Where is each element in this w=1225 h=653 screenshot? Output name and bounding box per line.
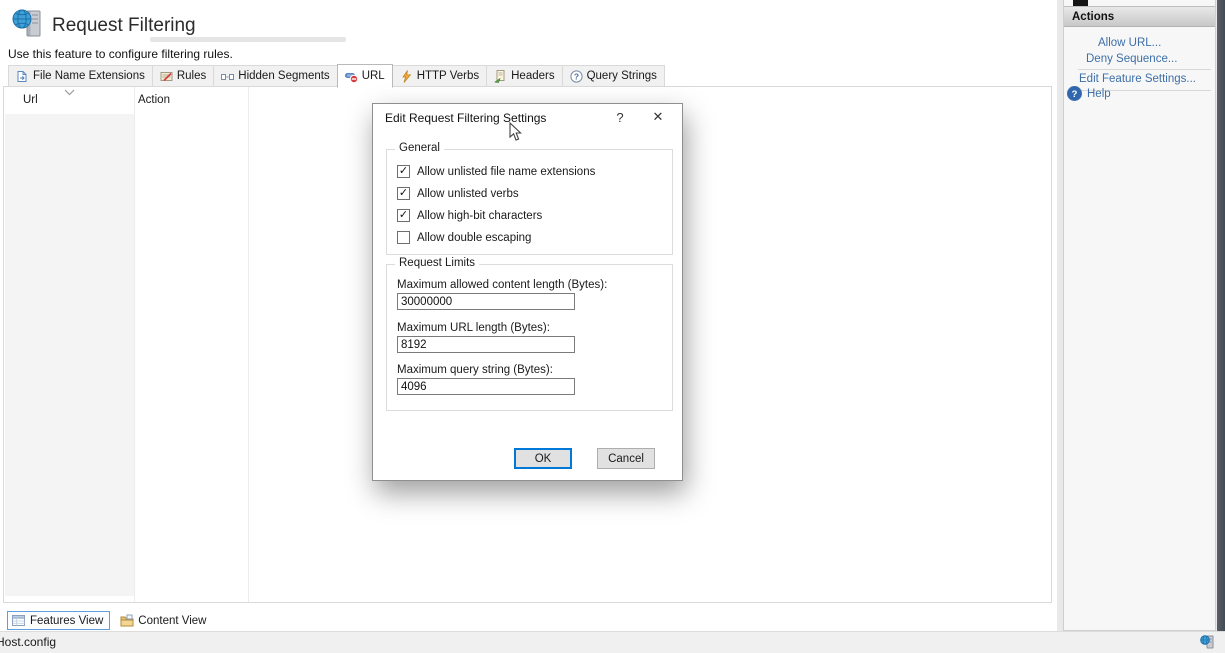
view-switcher: Features View Content View <box>7 610 214 631</box>
max-content-length-label: Maximum allowed content length (Bytes): <box>397 279 607 291</box>
tab-file-name-extensions[interactable]: File Name Extensions <box>8 65 153 87</box>
help-action[interactable]: ? Help <box>1067 86 1111 101</box>
request-filtering-icon <box>12 7 44 41</box>
url-column-shade <box>5 114 134 596</box>
tab-label: Headers <box>511 70 554 82</box>
filter-tab-strip: File Name Extensions Rules Hidden Segmen… <box>8 65 664 87</box>
iis-request-filtering-page: Request Filtering Use this feature to co… <box>0 0 1225 653</box>
edit-request-filtering-settings-dialog: Edit Request Filtering Settings ? ✕ Gene… <box>372 103 683 481</box>
page-subtitle: Use this feature to configure filtering … <box>8 47 233 61</box>
max-url-length-label: Maximum URL length (Bytes): <box>397 322 550 334</box>
cancel-button[interactable]: Cancel <box>597 448 655 469</box>
edit-feature-settings-link[interactable]: Edit Feature Settings... <box>1079 73 1196 85</box>
checkbox-row[interactable]: Allow double escaping <box>397 231 531 244</box>
content-view-label: Content View <box>138 615 206 627</box>
actions-pane: Actions Allow URL... Deny Sequence... Ed… <box>1063 0 1216 631</box>
request-limits-groupbox: Request Limits Maximum allowed content l… <box>386 264 673 411</box>
dialog-titlebar[interactable]: Edit Request Filtering Settings ? ✕ <box>373 104 682 131</box>
dialog-title: Edit Request Filtering Settings <box>385 111 546 125</box>
features-view-icon <box>12 614 26 627</box>
tab-label: Query Strings <box>587 70 657 82</box>
general-groupbox: General ✓ Allow unlisted file name exten… <box>386 149 673 255</box>
help-icon: ? <box>1067 86 1082 101</box>
svg-text:?: ? <box>1072 89 1078 100</box>
ok-button[interactable]: OK <box>514 448 572 469</box>
general-group-label: General <box>395 142 444 154</box>
tab-label: Hidden Segments <box>238 70 329 82</box>
max-url-length-input[interactable] <box>397 336 575 353</box>
tab-query-strings[interactable]: ? Query Strings <box>562 65 665 87</box>
checkbox-row[interactable]: ✓ Allow unlisted verbs <box>397 187 519 200</box>
allow-unlisted-file-name-extensions-checkbox[interactable]: ✓ <box>397 165 410 178</box>
checkbox-row[interactable]: ✓ Allow unlisted file name extensions <box>397 165 595 178</box>
column-separator <box>134 87 135 602</box>
checkbox-label: Allow unlisted verbs <box>417 188 519 200</box>
checkbox-row[interactable]: ✓ Allow high-bit characters <box>397 209 542 222</box>
tab-label: Rules <box>177 70 206 82</box>
max-query-string-input[interactable] <box>397 378 575 395</box>
tab-headers[interactable]: Headers <box>486 65 562 87</box>
column-separator <box>248 87 249 602</box>
url-icon <box>345 70 358 83</box>
help-label: Help <box>1087 88 1111 100</box>
blurred-region <box>150 37 346 42</box>
max-query-string-label: Maximum query string (Bytes): <box>397 364 553 376</box>
http-verbs-icon <box>400 70 413 83</box>
dialog-close-button[interactable]: ✕ <box>642 104 674 130</box>
allow-double-escaping-checkbox[interactable] <box>397 231 410 244</box>
tab-label: HTTP Verbs <box>417 70 479 82</box>
headers-icon <box>494 70 507 83</box>
content-view-tab[interactable]: Content View <box>115 611 213 630</box>
tab-label: URL <box>362 70 385 82</box>
rules-icon <box>160 70 173 83</box>
features-view-tab[interactable]: Features View <box>7 611 110 630</box>
features-view-label: Features View <box>30 615 103 627</box>
max-content-length-input[interactable] <box>397 293 575 310</box>
tab-url[interactable]: URL <box>337 64 393 88</box>
tab-http-verbs[interactable]: HTTP Verbs <box>392 65 487 87</box>
svg-text:?: ? <box>573 71 578 81</box>
iis-config-icon <box>1200 634 1215 650</box>
checkbox-label: Allow unlisted file name extensions <box>417 166 595 178</box>
tab-label: File Name Extensions <box>33 70 145 82</box>
content-view-icon <box>120 614 134 627</box>
query-strings-icon: ? <box>570 70 583 83</box>
window-edge <box>1217 0 1225 631</box>
sort-descending-icon <box>64 89 75 96</box>
hidden-segments-icon <box>221 70 234 83</box>
allow-url-link[interactable]: Allow URL... <box>1098 37 1161 49</box>
page-title: Request Filtering <box>52 15 196 37</box>
checkbox-label: Allow high-bit characters <box>417 210 542 222</box>
allow-high-bit-characters-checkbox[interactable]: ✓ <box>397 209 410 222</box>
actions-header: Actions <box>1064 6 1215 27</box>
status-bar: Host.config <box>0 631 1225 653</box>
configuration-path-text: Host.config <box>0 635 56 649</box>
request-limits-group-label: Request Limits <box>395 257 479 269</box>
dialog-help-button[interactable]: ? <box>604 104 636 130</box>
tab-hidden-segments[interactable]: Hidden Segments <box>213 65 337 87</box>
column-header-action[interactable]: Action <box>138 94 170 106</box>
checkbox-label: Allow double escaping <box>417 232 531 244</box>
file-name-extensions-icon <box>16 70 29 83</box>
tab-rules[interactable]: Rules <box>152 65 214 87</box>
actions-separator <box>1078 69 1211 70</box>
deny-sequence-link[interactable]: Deny Sequence... <box>1086 53 1177 65</box>
allow-unlisted-verbs-checkbox[interactable]: ✓ <box>397 187 410 200</box>
column-header-url[interactable]: Url <box>23 94 38 106</box>
